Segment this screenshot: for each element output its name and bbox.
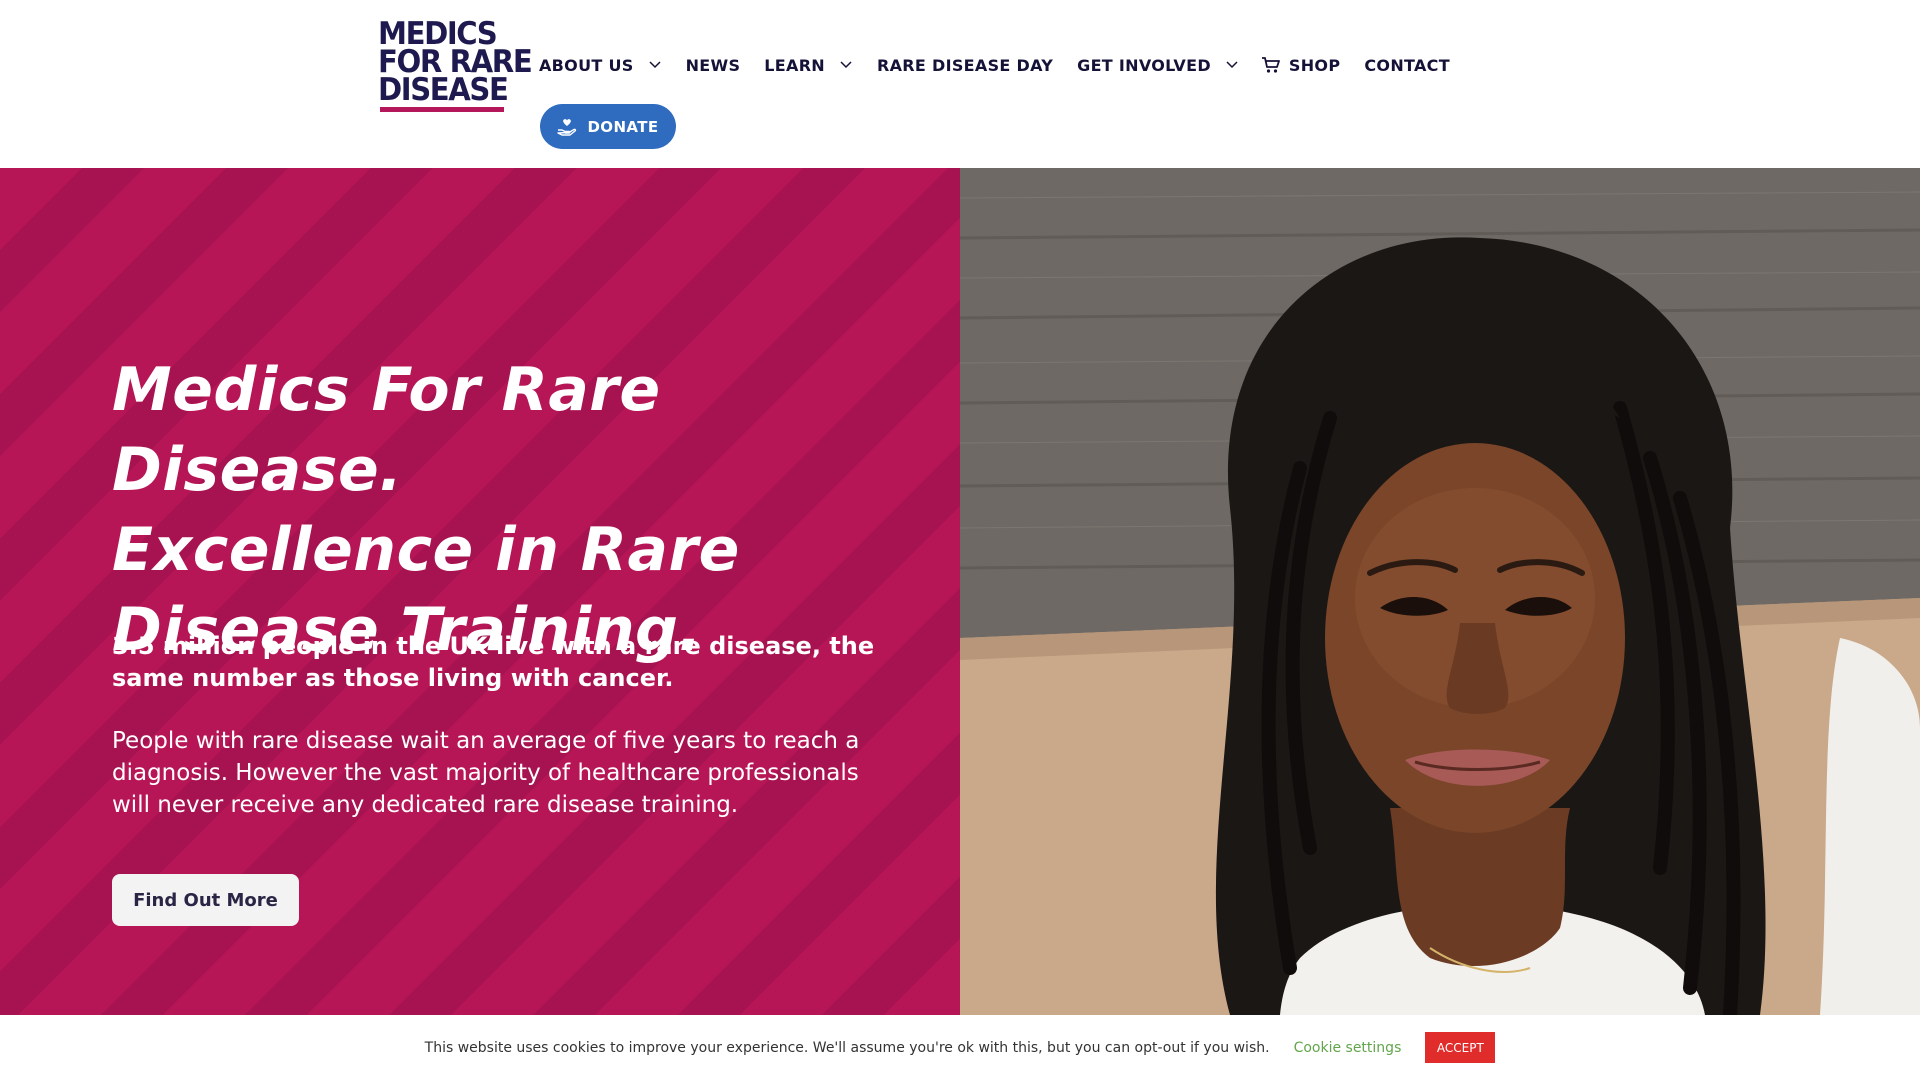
- cookie-settings-link[interactable]: Cookie settings: [1294, 1040, 1402, 1056]
- nav-item-label: LEARN: [764, 55, 825, 75]
- nav-item-rare-disease-day[interactable]: RARE DISEASE DAY: [877, 56, 1053, 75]
- hero-title-line-2: Excellence in Rare: [112, 515, 740, 585]
- nav-item-label: NEWS: [685, 55, 741, 75]
- hero-title: Medics For Rare Disease. Excellence in R…: [112, 350, 912, 670]
- hero-title-line-1: Medics For Rare Disease.: [112, 355, 661, 505]
- nav-item-get-involved[interactable]: GET INVOLVED: [1077, 56, 1239, 75]
- main-nav: ABOUT US NEWS LEARN RARE DISEASE DAY GET…: [539, 52, 1450, 78]
- nav-item-label: SHOP: [1288, 55, 1341, 75]
- logo-line-3: DISEASE: [378, 72, 509, 108]
- nav-item-label: ABOUT US: [539, 55, 634, 75]
- nav-item-about-us[interactable]: ABOUT US: [539, 56, 662, 75]
- nav-item-shop[interactable]: SHOP: [1261, 56, 1340, 75]
- hero-text-panel: Medics For Rare Disease. Excellence in R…: [0, 168, 960, 1015]
- portrait-illustration: [960, 168, 1920, 1015]
- chevron-down-icon[interactable]: [648, 58, 662, 72]
- cookie-banner: This website uses cookies to improve you…: [0, 1015, 1920, 1080]
- nav-item-label: GET INVOLVED: [1077, 55, 1211, 75]
- chevron-down-icon[interactable]: [839, 58, 853, 72]
- cookie-message: This website uses cookies to improve you…: [424, 1039, 1270, 1056]
- nav-item-learn[interactable]: LEARN: [764, 56, 853, 75]
- cart-icon: [1261, 56, 1281, 74]
- hero-section: Medics For Rare Disease. Excellence in R…: [0, 168, 1920, 1015]
- hero-lede: 3.5 million people in the UK live with a…: [112, 632, 875, 692]
- donate-button[interactable]: DONATE: [540, 104, 676, 149]
- find-out-more-button[interactable]: Find Out More: [112, 874, 299, 926]
- logo-underline: [380, 107, 504, 112]
- site-logo[interactable]: MEDICS FOR RARE DISEASE: [378, 19, 533, 114]
- nav-item-label: RARE DISEASE DAY: [877, 55, 1054, 75]
- cookie-accept-button[interactable]: ACCEPT: [1425, 1032, 1496, 1063]
- nav-item-news[interactable]: NEWS: [686, 56, 741, 75]
- hero-body: People with rare disease wait an average…: [112, 728, 860, 818]
- chevron-down-icon[interactable]: [1225, 58, 1239, 72]
- nav-item-contact[interactable]: CONTACT: [1364, 56, 1450, 75]
- donate-label: DONATE: [587, 117, 659, 136]
- hero-photo: [960, 168, 1920, 1015]
- site-header: MEDICS FOR RARE DISEASE ABOUT US NEWS LE…: [0, 0, 1920, 168]
- hand-heart-icon: [557, 118, 577, 136]
- nav-item-label: CONTACT: [1364, 55, 1450, 75]
